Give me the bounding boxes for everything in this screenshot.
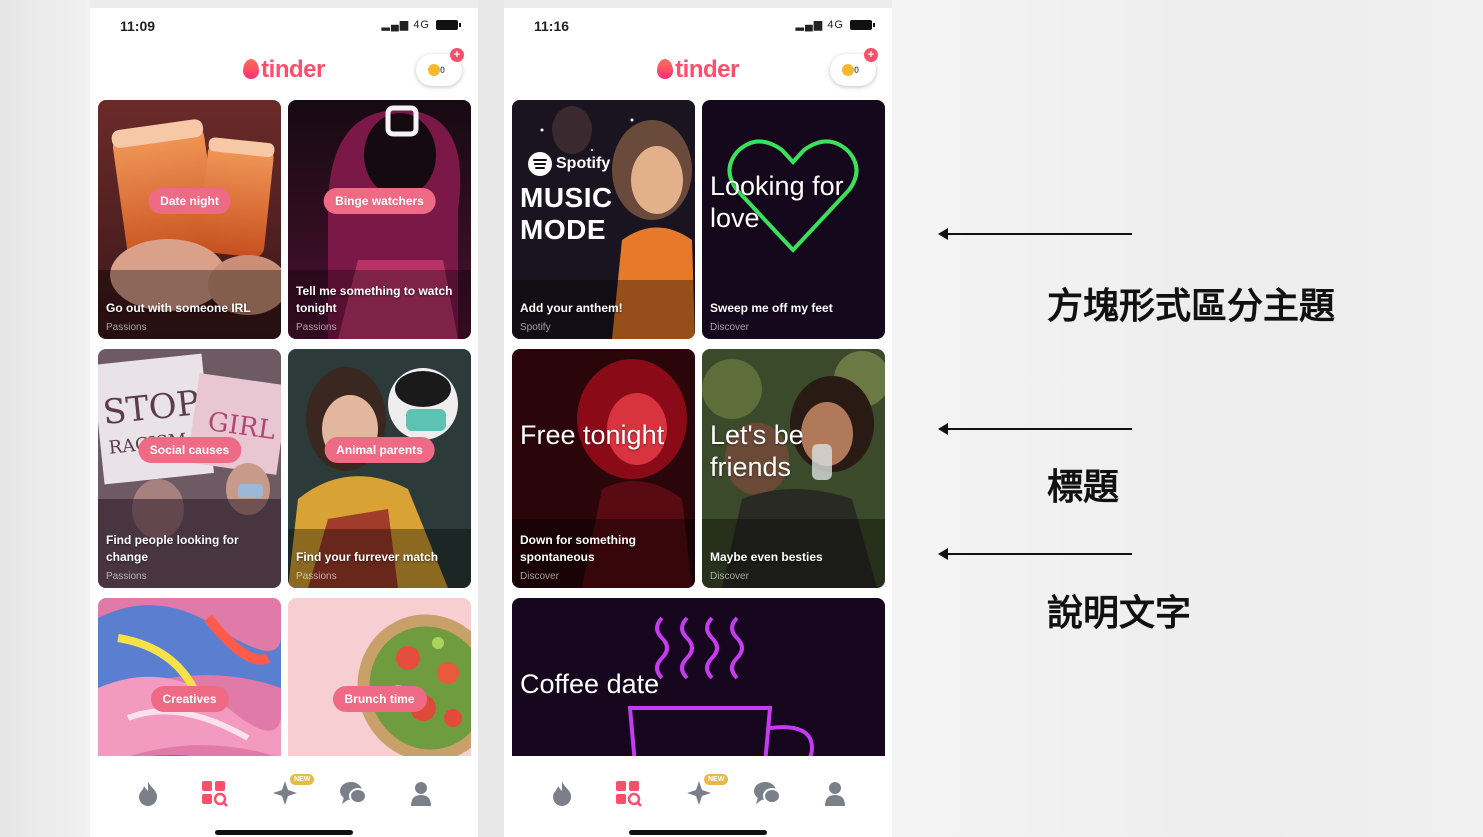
card-tag: Creatives [150, 686, 229, 712]
coin-icon [842, 64, 854, 76]
card-title: MUSIC MODE [520, 182, 613, 245]
explore-card-binge-watchers[interactable]: Binge watchers Tell me something to watc… [288, 100, 471, 339]
backdrop-gap [478, 0, 504, 837]
annotation-description: 說明文字 [1047, 593, 1192, 634]
new-badge: NEW [290, 774, 315, 785]
explore-card-free-tonight[interactable]: Free tonight Down for something spontane… [512, 349, 695, 588]
phone-screen-discover: 11:16 ▂▄▆ 4G tinder 0 + Spotify MUSIC MO [504, 8, 892, 837]
network-label: 4G [827, 19, 844, 31]
chat-icon[interactable] [338, 778, 368, 808]
home-indicator [629, 830, 767, 835]
profile-icon[interactable] [820, 778, 850, 808]
card-description: Maybe even besties [710, 550, 823, 564]
explore-card-music-mode[interactable]: Spotify MUSIC MODE Add your anthem! Spot… [512, 100, 695, 339]
card-category: Spotify [520, 322, 551, 333]
profile-icon[interactable] [406, 778, 436, 808]
coin-icon [428, 64, 440, 76]
explore-card-looking-for-love[interactable]: Looking for love Sweep me off my feet Di… [702, 100, 885, 339]
backdrop-left [0, 0, 90, 837]
logo-text: tinder [675, 56, 739, 83]
flame-logo-icon [243, 59, 260, 79]
add-icon: + [450, 48, 464, 62]
new-badge: NEW [704, 774, 729, 785]
status-time: 11:16 [534, 18, 570, 34]
card-tag: Animal parents [324, 437, 435, 463]
card-description: Go out with someone IRL [106, 301, 251, 315]
card-description: Add your anthem! [520, 301, 623, 315]
annotation-panel [892, 0, 1483, 837]
card-description: Find your furrever match [296, 550, 439, 564]
card-description: Tell me something to watch tonight [296, 284, 453, 315]
spotify-label: Spotify [556, 155, 611, 172]
network-label: 4G [413, 19, 430, 31]
status-bar: 11:16 ▂▄▆ 4G [504, 8, 892, 42]
spotify-badge: Spotify [528, 152, 610, 176]
boost-button[interactable]: 0 + [830, 48, 878, 86]
arrow-to-title [938, 423, 1132, 435]
card-title: Looking for love [710, 171, 844, 233]
card-tag: Social causes [137, 437, 242, 463]
network-indicator: ▂▄▆ 4G [795, 19, 844, 31]
chat-icon[interactable] [752, 778, 782, 808]
card-title: Free tonight [520, 420, 665, 450]
card-description: Sweep me off my feet [710, 301, 833, 315]
card-category: Passions [296, 322, 337, 333]
explore-card-lets-be-friends[interactable]: Let's be friends Maybe even besties Disc… [702, 349, 885, 588]
network-indicator: ▂▄▆ 4G [381, 19, 430, 31]
card-title: Let's be friends [710, 420, 804, 482]
battery-icon [436, 20, 461, 30]
annotation-title: 標題 [1047, 467, 1120, 508]
status-time: 11:09 [120, 18, 156, 34]
spotify-icon [528, 152, 552, 176]
battery-icon [850, 20, 875, 30]
add-icon: + [864, 48, 878, 62]
card-title: Coffee date [520, 669, 660, 699]
phone-screen-passions: 11:09 ▂▄▆ 4G tinder 0 + Date night Go ou… [90, 8, 478, 837]
card-category: Passions [106, 571, 147, 582]
card-category: Discover [710, 571, 749, 582]
explore-card-date-night[interactable]: Date night Go out with someone IRL Passi… [98, 100, 281, 339]
boost-count: 0 [854, 65, 860, 75]
card-tag: Date night [148, 188, 231, 214]
card-description: Find people looking for change [106, 533, 239, 564]
card-description: Down for something spontaneous [520, 533, 636, 564]
card-category: Discover [710, 322, 749, 333]
bottom-nav: NEW [504, 756, 892, 837]
explore-card-social-causes[interactable]: STOP RACISM GIRL Social causes Find peop… [98, 349, 281, 588]
flame-icon[interactable] [133, 778, 163, 808]
flame-icon[interactable] [547, 778, 577, 808]
card-tag: Brunch time [332, 686, 427, 712]
explore-icon[interactable] [613, 778, 643, 808]
arrow-to-cards [938, 228, 1132, 240]
home-indicator [215, 830, 353, 835]
card-category: Passions [296, 571, 337, 582]
bottom-nav: NEW [90, 756, 478, 837]
boost-count: 0 [440, 65, 446, 75]
logo-text: tinder [261, 56, 325, 83]
arrow-to-description [938, 548, 1132, 560]
flame-logo-icon [657, 59, 674, 79]
explore-icon[interactable] [199, 778, 229, 808]
boost-button[interactable]: 0 + [416, 48, 464, 86]
card-tag: Binge watchers [323, 188, 436, 214]
card-category: Discover [520, 571, 559, 582]
card-category: Passions [106, 322, 147, 333]
explore-card-animal-parents[interactable]: Animal parents Find your furrever match … [288, 349, 471, 588]
status-bar: 11:09 ▂▄▆ 4G [90, 8, 478, 42]
annotation-block-theme: 方塊形式區分主題 [1047, 286, 1336, 327]
